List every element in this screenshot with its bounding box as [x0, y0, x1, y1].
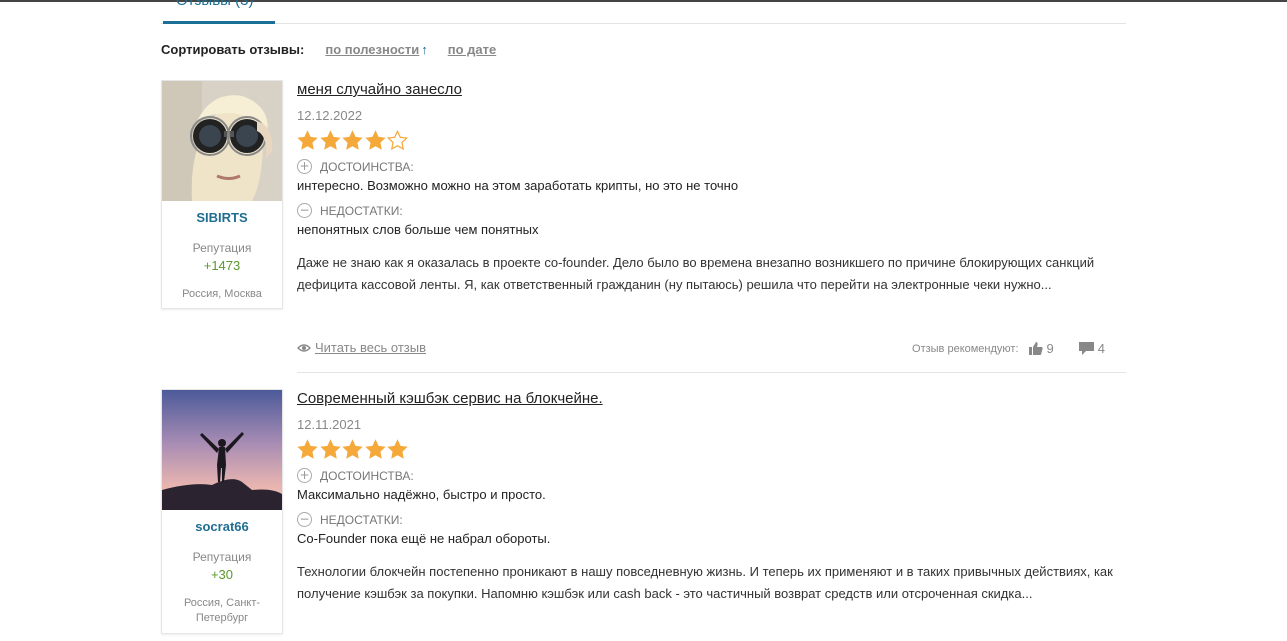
- comment-icon[interactable]: [1078, 342, 1094, 355]
- rating-stars: [297, 439, 1126, 463]
- cons-heading: − НЕДОСТАТКИ:: [297, 512, 1126, 527]
- comments-count: 4: [1097, 341, 1105, 356]
- user-card: SIBIRTS Репутация +1473 Россия, Москва: [161, 80, 283, 309]
- review-excerpt: Даже не знаю как я оказалась в проекте c…: [297, 255, 1095, 292]
- cons-heading: − НЕДОСТАТКИ:: [297, 203, 1126, 218]
- pros-label: ДОСТОИНСТВА:: [320, 159, 414, 174]
- review-body: меня случайно занесло 12.12.2022 + ДОСТО…: [297, 80, 1126, 356]
- pros-text: интересно. Возможно можно на этом зарабо…: [297, 178, 739, 193]
- sort-by-date-link[interactable]: по дате: [448, 42, 496, 57]
- username-link[interactable]: socrat66: [162, 519, 282, 534]
- review-date: 12.12.2022: [297, 108, 363, 123]
- sort-arrow-up-icon: ↑: [421, 41, 428, 57]
- likes-count: 9: [1046, 341, 1054, 356]
- cons-text: Co-Founder пока ещё не набрал обороты.: [297, 531, 551, 546]
- eye-icon: [297, 343, 311, 352]
- review-title-link[interactable]: меня случайно занесло: [297, 81, 462, 98]
- rating-stars: [297, 130, 1126, 154]
- avatar[interactable]: [162, 390, 282, 510]
- review-excerpt: Технологии блокчейн постепенно проникают…: [297, 564, 1113, 601]
- star-icon: [319, 130, 341, 150]
- star-icon: [387, 439, 408, 459]
- tab-reviews[interactable]: Отзывы (3): [163, 0, 275, 24]
- reviews-tabs: Отзывы (3): [161, 0, 1126, 24]
- read-full-review-link[interactable]: Читать весь отзыв: [297, 340, 426, 355]
- pros-heading: + ДОСТОИНСТВА:: [297, 159, 1126, 174]
- minus-circle-icon: −: [297, 512, 312, 527]
- star-icon: [319, 439, 341, 459]
- plus-circle-icon: +: [297, 159, 312, 174]
- cons-label: НЕДОСТАТКИ:: [320, 203, 403, 218]
- review-item: socrat66 Репутация +30 Россия, Санкт-Пет…: [161, 389, 1126, 641]
- review-divider: [297, 372, 1126, 373]
- reputation-value: +1473: [203, 258, 241, 273]
- sort-bar: Сортировать отзывы: по полезности ↑ по д…: [161, 40, 496, 58]
- cons-text: непонятных слов больше чем понятных: [297, 222, 539, 237]
- review-footer: Читать весь отзыв Отзыв рекомендуют: 9 4: [297, 340, 1126, 358]
- avatar[interactable]: [162, 81, 282, 201]
- user-card: socrat66 Репутация +30 Россия, Санкт-Пет…: [161, 389, 283, 634]
- review-item: SIBIRTS Репутация +1473 Россия, Москва м…: [161, 80, 1126, 373]
- star-icon: [297, 130, 318, 150]
- pros-text: Максимально надёжно, быстро и просто.: [297, 487, 546, 502]
- pros-heading: + ДОСТОИНСТВА:: [297, 468, 1126, 483]
- plus-circle-icon: +: [297, 468, 312, 483]
- user-city: Россия, Санкт-Петербург: [183, 597, 261, 624]
- thumbs-up-icon[interactable]: [1028, 342, 1043, 355]
- review-body: Современный кэшбэк сервис на блокчейне. …: [297, 389, 1126, 605]
- reputation-label: Репутация: [192, 550, 252, 564]
- reputation-label: Репутация: [192, 241, 252, 255]
- star-icon: [364, 439, 386, 459]
- recommend-label: Отзыв рекомендуют:: [912, 342, 1019, 355]
- user-city: Россия, Москва: [182, 288, 262, 300]
- sort-label: Сортировать отзывы:: [161, 41, 305, 57]
- star-icon: [297, 439, 318, 459]
- star-icon: [364, 130, 386, 150]
- minus-circle-icon: −: [297, 203, 312, 218]
- review-date: 12.11.2021: [297, 417, 362, 432]
- pros-label: ДОСТОИНСТВА:: [320, 468, 414, 483]
- star-icon: [387, 130, 408, 151]
- star-icon: [342, 130, 363, 150]
- review-title-link[interactable]: Современный кэшбэк сервис на блокчейне.: [297, 390, 603, 407]
- star-icon: [342, 439, 363, 459]
- reputation-value: +30: [210, 567, 234, 582]
- recommend-block: Отзыв рекомендуют: 9 4: [912, 341, 1105, 356]
- username-link[interactable]: SIBIRTS: [162, 210, 282, 225]
- read-full-review-label: Читать весь отзыв: [315, 340, 427, 355]
- cons-label: НЕДОСТАТКИ:: [320, 512, 403, 527]
- sort-by-usefulness-link[interactable]: по полезности: [325, 42, 419, 57]
